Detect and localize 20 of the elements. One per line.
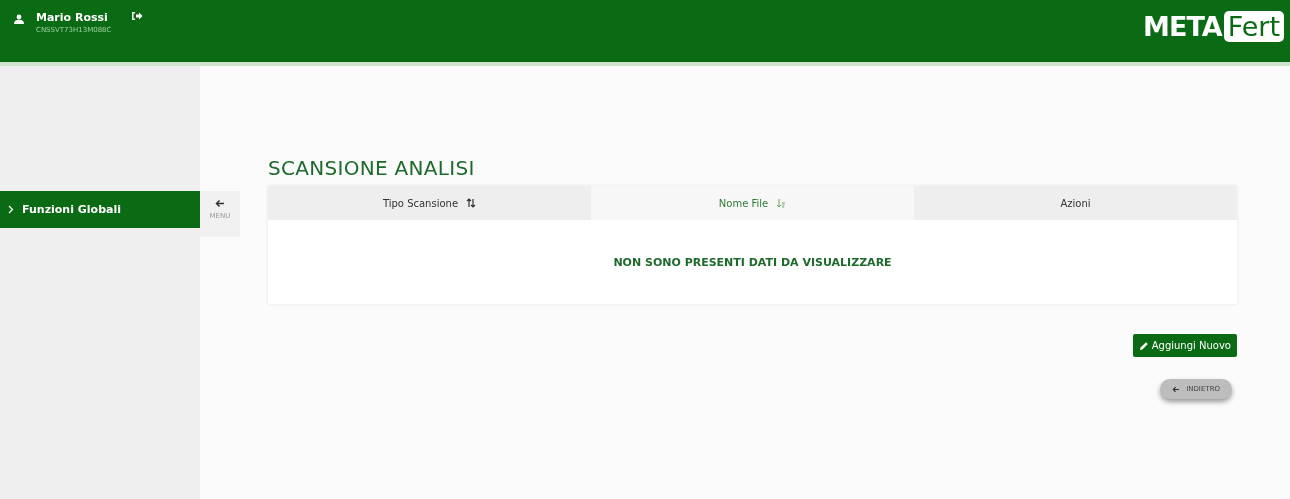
empty-message: NON SONO PRESENTI DATI DA VISUALIZZARE <box>612 254 893 271</box>
pencil-icon <box>1138 340 1149 351</box>
column-label: Azioni <box>1060 197 1091 209</box>
sort-icon <box>466 198 477 208</box>
logo: META Fert <box>1141 11 1284 42</box>
back-arrow-icon <box>1172 385 1181 393</box>
logout-icon[interactable] <box>131 11 144 21</box>
user-name: Mario Rossi <box>36 11 109 24</box>
column-header[interactable]: Azioni <box>914 186 1237 220</box>
user-icon <box>14 14 24 24</box>
sidebar-item[interactable]: Funzioni Globali <box>0 191 200 228</box>
page-title: SCANSIONE ANALISI <box>268 156 476 180</box>
column-header[interactable]: Nome File <box>591 186 914 220</box>
sort-ascending-icon <box>776 198 787 208</box>
chevron-right-icon <box>8 205 14 214</box>
column-label: Tipo Scansione <box>382 197 459 209</box>
add-new-button[interactable]: Aggiungi Nuovo <box>1132 334 1237 357</box>
back-arrow-icon <box>215 199 225 208</box>
column-header[interactable]: Tipo Scansione <box>268 186 591 220</box>
column-label: Nome File <box>718 197 769 209</box>
